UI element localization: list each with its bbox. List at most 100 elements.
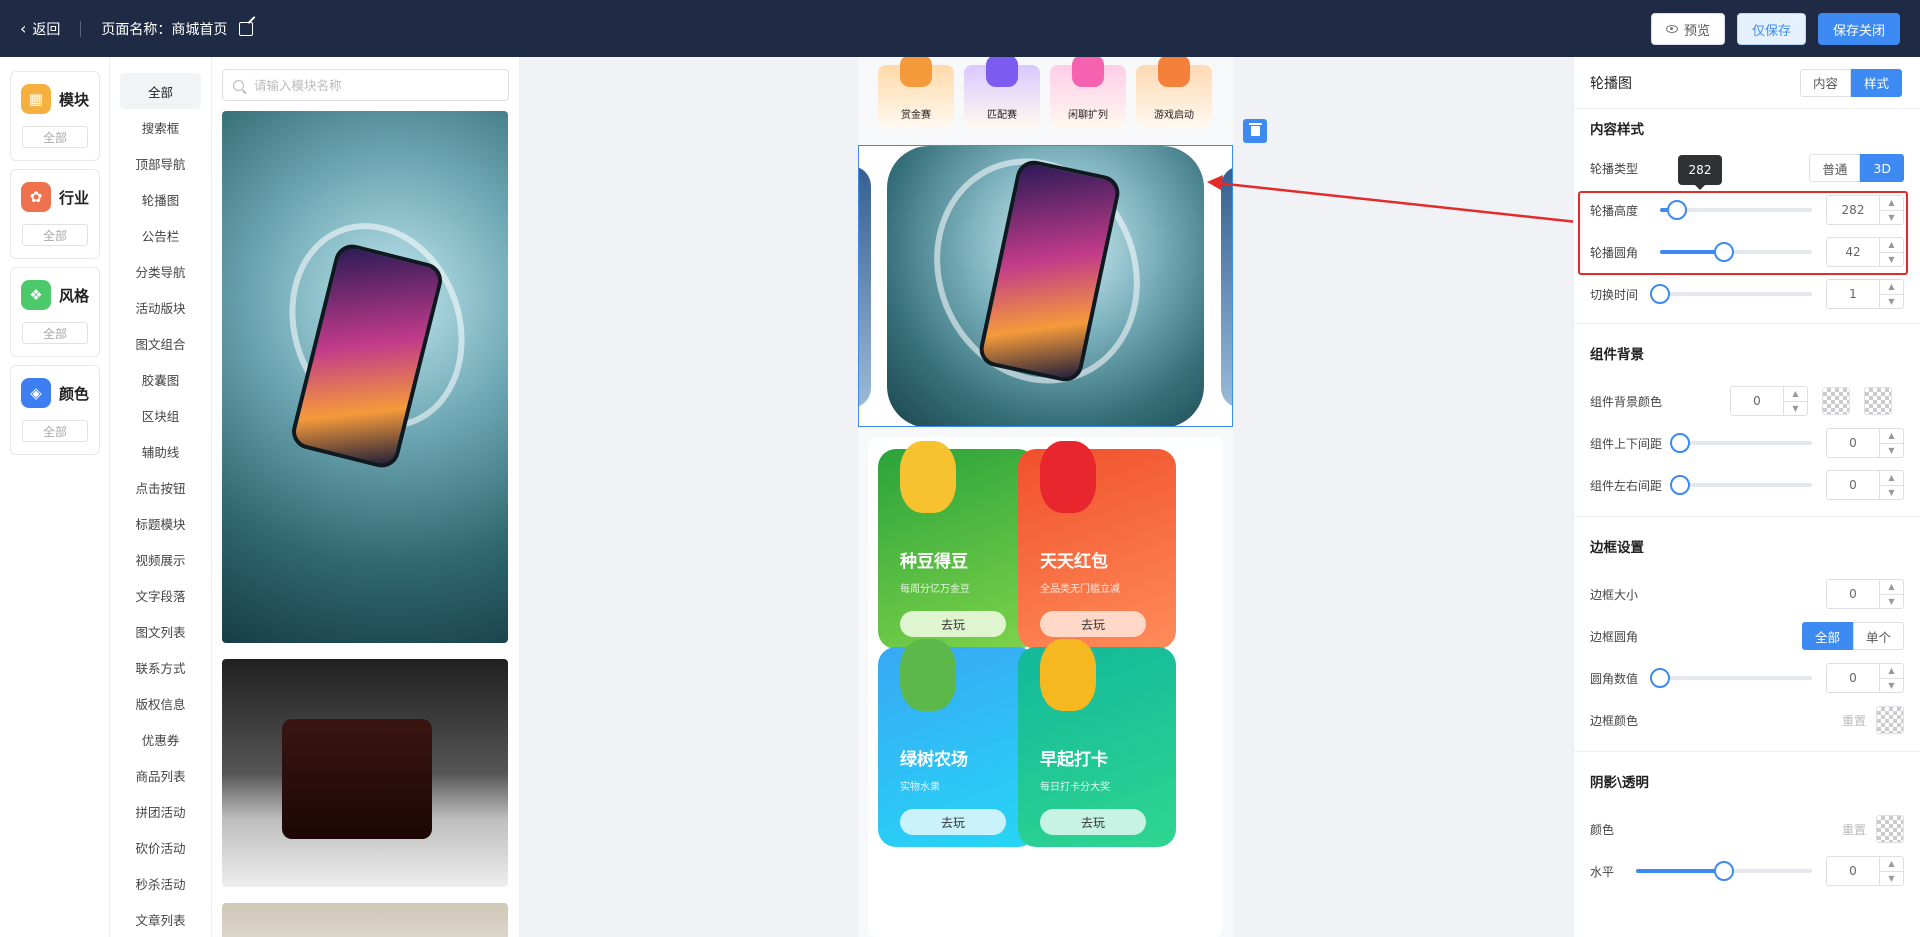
bg-color-swatch-2[interactable] (1864, 387, 1892, 415)
activity-card[interactable]: 早起打卡 每日打卡分大奖 去玩 (1018, 639, 1176, 847)
increment-icon[interactable]: ▲ (1880, 664, 1903, 679)
reset-button[interactable]: 重置 (1842, 712, 1866, 729)
shadow-horizontal-slider[interactable] (1636, 861, 1812, 881)
shadow-horizontal-input[interactable]: 0 ▲ ▼ (1826, 856, 1904, 886)
module-item[interactable]: 秒杀活动 (120, 865, 201, 901)
slider-handle[interactable] (1650, 284, 1670, 304)
save-only-button[interactable]: 仅保存 (1736, 13, 1806, 45)
module-item[interactable]: 图文列表 (120, 613, 201, 649)
module-item[interactable]: 商品列表 (120, 757, 201, 793)
search-box[interactable] (222, 69, 509, 101)
category-card[interactable]: ❖ 风格 全部 (10, 267, 100, 357)
slider-handle[interactable] (1670, 475, 1690, 495)
module-item[interactable]: 公告栏 (120, 217, 201, 253)
slider-handle[interactable] (1650, 668, 1670, 688)
category-card[interactable]: ◈ 颜色 全部 (10, 365, 100, 455)
increment-icon[interactable]: ▲ (1784, 387, 1807, 402)
vertical-padding-slider[interactable] (1670, 433, 1812, 453)
activity-card[interactable]: 种豆得豆 每周分亿万金豆 去玩 (878, 441, 1036, 649)
decrement-icon[interactable]: ▼ (1880, 872, 1903, 886)
category-all-button[interactable]: 全部 (22, 126, 88, 148)
increment-icon[interactable]: ▲ (1880, 580, 1903, 595)
play-button[interactable]: 去玩 (1040, 809, 1146, 835)
play-button[interactable]: 去玩 (900, 611, 1006, 637)
game-nav-item[interactable]: 闲聊扩列 (1050, 57, 1126, 127)
switch-time-slider[interactable] (1650, 284, 1812, 304)
edit-icon[interactable] (239, 21, 254, 36)
module-item[interactable]: 联系方式 (120, 649, 201, 685)
radius-all-option[interactable]: 全部 (1801, 622, 1853, 650)
module-item[interactable]: 胶囊图 (120, 361, 201, 397)
category-all-button[interactable]: 全部 (22, 322, 88, 344)
module-item[interactable]: 视频展示 (120, 541, 201, 577)
module-item[interactable]: 砍价活动 (120, 829, 201, 865)
search-input[interactable] (254, 77, 484, 93)
type-3d-option[interactable]: 3D (1860, 154, 1904, 182)
type-normal-option[interactable]: 普通 (1809, 154, 1861, 182)
increment-icon[interactable]: ▲ (1880, 471, 1903, 486)
bg-color-swatch[interactable] (1822, 387, 1850, 415)
reset-button[interactable]: 重置 (1842, 821, 1866, 838)
decrement-icon[interactable]: ▼ (1784, 402, 1807, 416)
category-all-button[interactable]: 全部 (22, 420, 88, 442)
play-button[interactable]: 去玩 (900, 809, 1006, 835)
save-close-button[interactable]: 保存关闭 (1817, 13, 1900, 45)
module-item[interactable]: 分类导航 (120, 253, 201, 289)
category-all-button[interactable]: 全部 (22, 224, 88, 246)
module-item[interactable]: 辅助线 (120, 433, 201, 469)
increment-icon[interactable]: ▲ (1880, 280, 1903, 295)
radius-single-option[interactable]: 单个 (1852, 622, 1904, 650)
decrement-icon[interactable]: ▼ (1880, 486, 1903, 500)
increment-icon[interactable]: ▲ (1880, 429, 1903, 444)
module-item[interactable]: 全部 (120, 73, 201, 109)
decrement-icon[interactable]: ▼ (1880, 679, 1903, 693)
decrement-icon[interactable]: ▼ (1880, 595, 1903, 609)
horizontal-padding-slider[interactable] (1670, 475, 1812, 495)
increment-icon[interactable]: ▲ (1880, 857, 1903, 872)
switch-time-input[interactable]: 1 ▲ ▼ (1826, 279, 1904, 309)
radius-value-input[interactable]: 0 ▲ ▼ (1826, 663, 1904, 693)
tab-style[interactable]: 样式 (1850, 68, 1902, 97)
decrement-icon[interactable]: ▼ (1880, 444, 1903, 458)
decrement-icon[interactable]: ▼ (1880, 295, 1903, 309)
module-item[interactable]: 顶部导航 (120, 145, 201, 181)
vertical-padding-input[interactable]: 0 ▲ ▼ (1826, 428, 1904, 458)
bg-color-input[interactable]: 0 ▲ ▼ (1730, 386, 1808, 416)
vertical-padding-label: 组件上下间距 (1590, 436, 1663, 451)
module-item[interactable]: 轮播图 (120, 181, 201, 217)
border-size-input[interactable]: 0 ▲ ▼ (1826, 579, 1904, 609)
tab-content[interactable]: 内容 (1799, 68, 1851, 97)
preview-button[interactable]: 预览 (1650, 13, 1725, 45)
module-thumbnail[interactable] (222, 111, 508, 643)
category-card[interactable]: ▦ 模块 全部 (10, 71, 100, 161)
back-button[interactable]: ‹ 返回 (20, 19, 60, 39)
module-item[interactable]: 活动版块 (120, 289, 201, 325)
shadow-color-swatch[interactable] (1876, 815, 1904, 843)
slider-handle[interactable] (1670, 433, 1690, 453)
game-nav-item[interactable]: 赏金赛 (878, 57, 954, 127)
module-thumbnail[interactable] (222, 903, 508, 937)
module-thumbnail[interactable] (222, 659, 508, 887)
activity-card[interactable]: 天天红包 全品类无门槛立减 去玩 (1018, 441, 1176, 649)
border-color-swatch[interactable] (1876, 706, 1904, 734)
horizontal-padding-input[interactable]: 0 ▲ ▼ (1826, 470, 1904, 500)
module-item[interactable]: 文字段落 (120, 577, 201, 613)
activity-card[interactable]: 绿树农场 实物水果 去玩 (878, 639, 1036, 847)
category-card[interactable]: ✿ 行业 全部 (10, 169, 100, 259)
module-item[interactable]: 区块组 (120, 397, 201, 433)
game-nav-item[interactable]: 游戏启动 (1136, 57, 1212, 127)
carousel-component[interactable] (858, 145, 1233, 427)
module-item[interactable]: 版权信息 (120, 685, 201, 721)
radius-value-slider[interactable] (1650, 668, 1812, 688)
slider-handle[interactable] (1714, 861, 1734, 881)
module-item[interactable]: 标题模块 (120, 505, 201, 541)
module-item[interactable]: 优惠券 (120, 721, 201, 757)
delete-button[interactable] (1243, 119, 1267, 143)
module-item[interactable]: 拼团活动 (120, 793, 201, 829)
module-item[interactable]: 图文组合 (120, 325, 201, 361)
module-item[interactable]: 文章列表 (120, 901, 201, 937)
module-item[interactable]: 点击按钮 (120, 469, 201, 505)
module-item[interactable]: 搜索框 (120, 109, 201, 145)
play-button[interactable]: 去玩 (1040, 611, 1146, 637)
game-nav-item[interactable]: 匹配赛 (964, 57, 1040, 127)
